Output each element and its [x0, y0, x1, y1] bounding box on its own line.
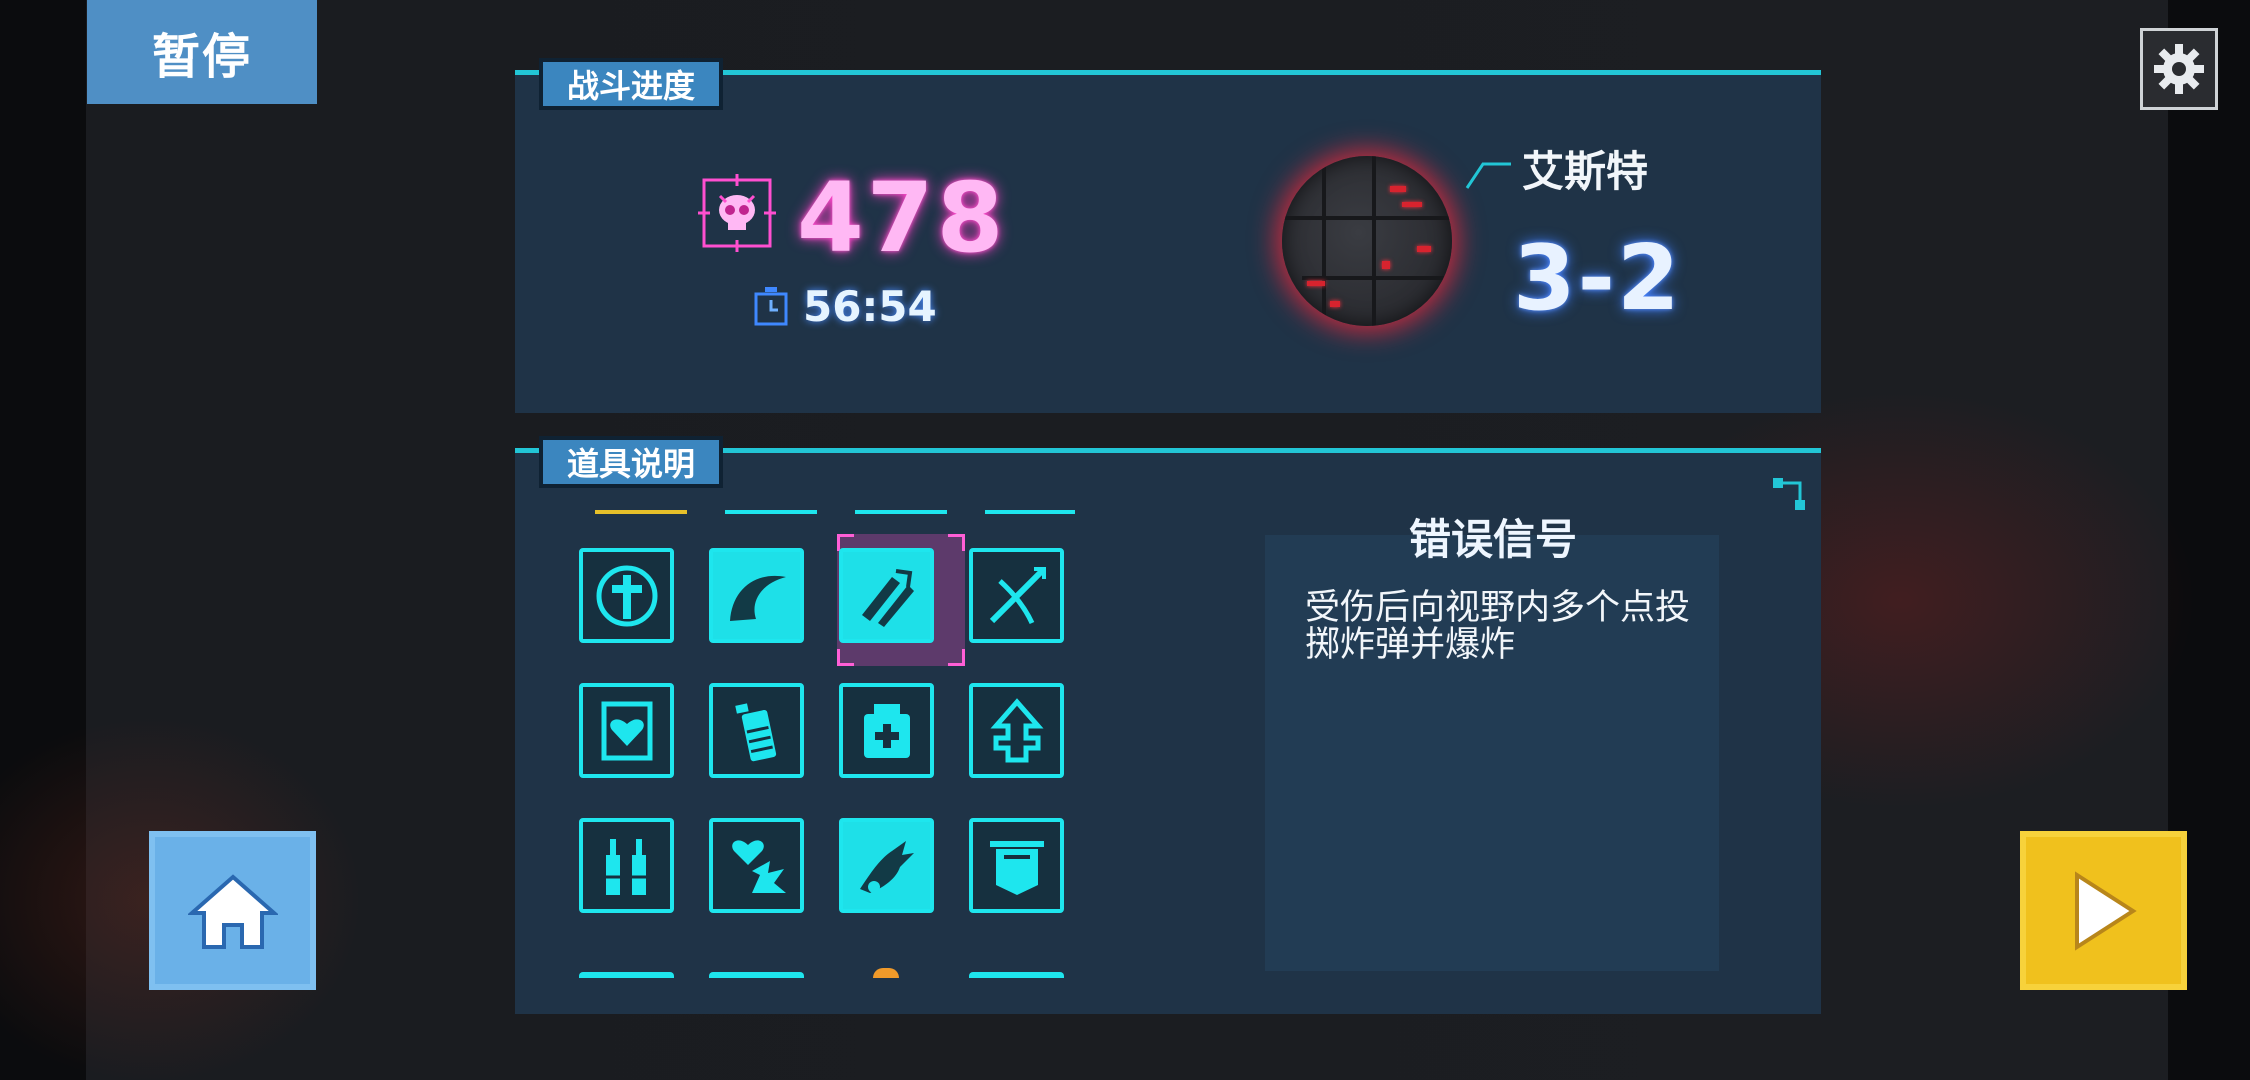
battery-icon [734, 702, 776, 761]
grid-row-edge [579, 972, 674, 978]
item-description-panel: 道具说明 错误信号 受伤后向视野内多个点投掷炸弹并爆炸 [515, 436, 1821, 1014]
settings-button[interactable] [2140, 28, 2218, 110]
item-slot-selected[interactable] [839, 548, 934, 643]
wave-icon [729, 575, 786, 621]
item-slot[interactable] [969, 818, 1064, 913]
home-button[interactable] [149, 831, 316, 990]
heart-card-icon [601, 701, 652, 760]
item-slot[interactable] [969, 683, 1064, 778]
heart-explosion-icon [731, 839, 786, 893]
banner-icon [989, 840, 1044, 895]
kill-count: 478 [797, 162, 1007, 274]
battle-progress-tab: 战斗进度 [539, 58, 724, 110]
stage-number: 3-2 [1513, 226, 1682, 331]
item-name: 错误信号 [1408, 515, 1577, 564]
elapsed-time: 56:54 [803, 282, 937, 331]
grid-row-edge [725, 510, 817, 514]
gear-icon [2154, 44, 2204, 94]
item-description: 受伤后向视野内多个点投掷炸弹并爆炸 [1305, 588, 1691, 665]
level-map-orb [1282, 156, 1452, 326]
item-slot[interactable] [839, 818, 934, 913]
zone-name: 艾斯特 [1522, 147, 1649, 196]
item-slot[interactable] [579, 548, 674, 643]
item-slot[interactable] [969, 548, 1064, 643]
crossbow-icon [989, 566, 1046, 624]
item-slot[interactable] [709, 683, 804, 778]
grid-row-edge [855, 510, 947, 514]
zone-pointer-icon [1465, 162, 1511, 189]
game-screen: 暂停 战斗进度 478 56:54 艾斯特 3-2 道具说明 错误信号 受伤后向… [0, 0, 2250, 1080]
grid-row-edge [595, 510, 687, 514]
missiles-icon [861, 568, 914, 627]
item-slot[interactable] [579, 818, 674, 913]
expand-icon[interactable] [1771, 476, 1807, 512]
bottles-icon [605, 838, 646, 895]
item-slot[interactable] [709, 548, 804, 643]
home-icon [187, 873, 278, 949]
up-arrow-cross-icon [989, 697, 1044, 762]
item-slot[interactable] [839, 683, 934, 778]
dragon-icon [859, 840, 914, 893]
play-icon [2074, 870, 2137, 951]
item-grid [555, 510, 1075, 978]
stopwatch-icon [754, 287, 788, 326]
cross-shield-icon [596, 565, 657, 626]
pause-button[interactable]: 暂停 [87, 0, 317, 104]
grid-row-edge [969, 972, 1064, 978]
skull-target-icon [698, 174, 776, 252]
battle-progress-panel: 战斗进度 478 56:54 艾斯特 3-2 [515, 58, 1821, 413]
item-slot[interactable] [579, 683, 674, 778]
item-description-tab: 道具说明 [539, 436, 724, 488]
resume-button[interactable] [2020, 831, 2187, 990]
grid-row-edge [873, 968, 899, 978]
grid-row-edge [709, 972, 804, 978]
item-slot[interactable] [709, 818, 804, 913]
grid-row-edge [1035, 510, 1075, 514]
medkit-icon [863, 703, 910, 758]
